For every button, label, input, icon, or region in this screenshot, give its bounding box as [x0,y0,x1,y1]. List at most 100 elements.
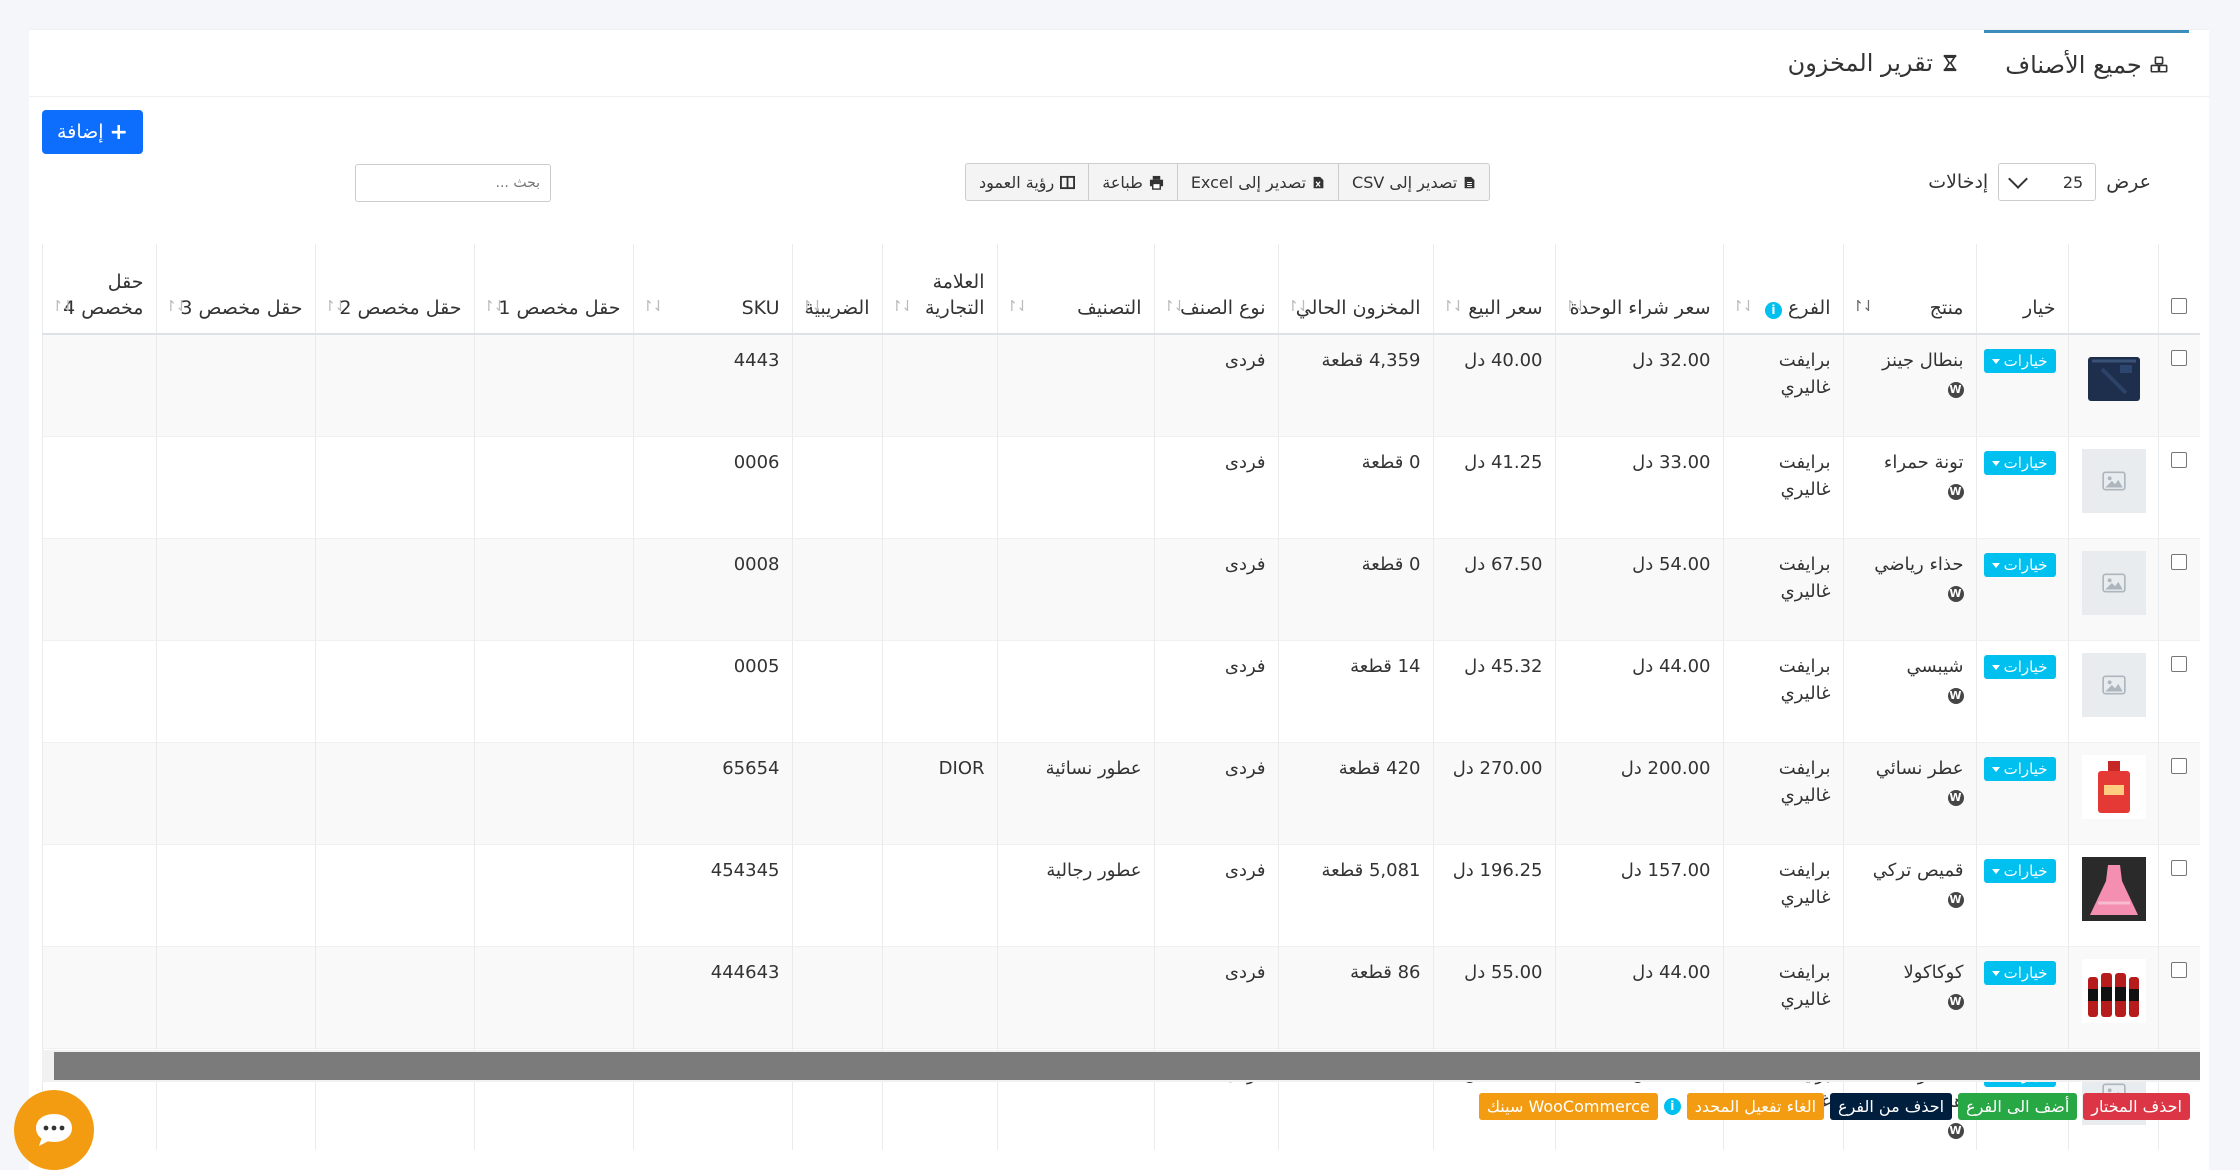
caret-down-icon [1991,766,2000,772]
row-checkbox[interactable] [2171,860,2188,876]
export-excel-button[interactable]: تصدير إلى Excel [1176,163,1340,201]
sort-icon: ⇃↾ [800,297,824,315]
cell-cf4 [42,640,156,743]
woocommerce-sync-button[interactable]: WooCommerce سينك [1478,1093,1658,1120]
page-length-select[interactable]: 25 [1998,163,2097,201]
product-name: شيبسي [1906,656,1964,677]
col-header-brand[interactable]: العلامة التجارية ⇃↾ [881,244,997,335]
options-cell: خيارات [1975,640,2068,743]
row-options-button[interactable]: خيارات [1983,961,2056,985]
cell-cf3 [155,640,315,743]
col-header-category[interactable]: التصنيف ⇃↾ [996,244,1154,335]
bulk-actions: احذف المختار أضف الى الفرع احذف من الفرع… [1478,1093,2190,1120]
deactivate-selected-button[interactable]: الغاء تفعيل المحدد [1686,1093,1825,1120]
cell-cf2 [314,946,474,1049]
cell-cf3 [155,844,315,947]
info-icon[interactable]: i [1663,1098,1681,1115]
product-cell: شيبسي W [1842,640,1976,743]
col-header-branch[interactable]: الفرع i ⇃↾ [1722,244,1843,335]
cell-stock: 4,359 قطعة [1277,333,1433,437]
cell-brand [881,436,997,539]
col-header-sku[interactable]: SKU ⇃↾ [632,244,792,335]
col-header-type[interactable]: نوع الصنف ⇃↾ [1153,244,1278,335]
col-header-cf4[interactable]: حقل مخصص 4 ⇃↾ [42,244,156,335]
page-length-control: عرض 25 إدخالات [1928,163,2151,201]
plus-icon: + [109,119,128,145]
select-all-checkbox[interactable] [2171,298,2188,314]
cell-branch: برايفت غاليري [1722,742,1843,845]
tab-stock-report-label: تقرير المخزون [1787,49,1933,77]
sort-icon: ⇃↾ [482,297,506,315]
cell-cf3 [155,946,315,1049]
row-checkbox[interactable] [2171,554,2188,570]
options-cell: خيارات [1975,946,2068,1049]
options-cell: خيارات [1975,844,2068,947]
scrollbar-thumb[interactable] [54,1052,2200,1080]
product-name: كوكاكولا [1903,962,1964,983]
product-image-cell [2067,640,2158,743]
image-placeholder-icon [2081,653,2146,717]
tabs-bar: جميع الأصناف تقرير المخزون [29,30,2209,97]
row-checkbox[interactable] [2171,656,2188,672]
add-to-branch-button[interactable]: أضف الى الفرع [1958,1093,2078,1120]
wordpress-icon: W [1947,790,1964,806]
row-checkbox[interactable] [2171,758,2188,774]
select-all-header [2157,244,2200,335]
row-checkbox[interactable] [2171,962,2188,978]
row-options-button[interactable]: خيارات [1983,349,2056,373]
page-length-value: 25 [2062,172,2084,192]
print-button[interactable]: طباعة [1088,163,1178,201]
product-cell: قميص تركي W [1842,844,1976,947]
cell-tax [791,538,882,641]
sort-icon: ⇃↾ [1162,297,1186,315]
col-header-cf3[interactable]: حقل مخصص 3 ⇃↾ [155,244,315,335]
tab-stock-report[interactable]: تقرير المخزون [1788,30,1959,96]
row-options-button[interactable]: خيارات [1983,553,2056,577]
tab-all-products[interactable]: جميع الأصناف [1984,30,2189,96]
row-options-button[interactable]: خيارات [1983,757,2056,781]
cell-type: فردى [1153,946,1278,1049]
col-header-tax[interactable]: الضريبية ⇃↾ [791,244,882,335]
row-options-button[interactable]: خيارات [1983,655,2056,679]
col-header-cf2[interactable]: حقل مخصص 2 ⇃↾ [314,244,474,335]
chat-widget-button[interactable] [14,1090,94,1170]
cell-sell-price: 41.25 دل [1432,436,1555,539]
chevron-down-icon [2008,169,2029,189]
col-header-cf1[interactable]: حقل مخصص 1 ⇃↾ [473,244,633,335]
column-visibility-button[interactable]: رؤية العمود [965,163,1090,201]
cell-category: عطور نسائية [996,742,1154,845]
horizontal-scrollbar[interactable] [42,1050,2200,1082]
row-options-button[interactable]: خيارات [1983,451,2056,475]
search-input[interactable] [355,164,551,202]
cell-unit-cost: 157.00 دل [1554,844,1723,947]
product-name: حذاء رياضي [1874,554,1964,575]
table-row: خيارات قميص تركي W برايفت غاليري 157.00 دل 19… [42,844,2200,947]
cell-type: فردى [1153,538,1278,641]
image-header [2067,244,2158,335]
cell-tax [791,436,882,539]
row-select-cell [2157,436,2200,539]
cell-sell-price: 270.00 دل [1432,742,1555,845]
cell-tax [791,640,882,743]
add-product-button[interactable]: + إضافة [42,110,143,154]
export-csv-button[interactable]: تصدير إلى CSV [1338,163,1491,201]
cell-cf1 [473,333,633,437]
product-image [2081,755,2146,819]
product-image [2081,959,2146,1023]
sort-icon: ⇃↾ [1441,297,1465,315]
row-options-button[interactable]: خيارات [1983,859,2056,883]
remove-from-branch-button[interactable]: احذف من الفرع [1830,1093,1953,1120]
sort-icon: ⇃↾ [1286,297,1310,315]
cell-sku: 0008 [632,538,792,641]
cell-sku: 0005 [632,640,792,743]
row-checkbox[interactable] [2171,350,2188,366]
col-header-product[interactable]: منتج ⇃↾ [1842,244,1976,335]
row-checkbox[interactable] [2171,452,2188,468]
cell-sell-price: 45.32 دل [1432,640,1555,743]
col-header-sell-price[interactable]: سعر البيع ⇃↾ [1432,244,1555,335]
col-header-unit-cost[interactable]: سعر شراء الوحدة ⇃↾ [1554,244,1723,335]
caret-down-icon [1991,460,2000,466]
info-icon[interactable]: i [1764,302,1782,319]
delete-selected-button[interactable]: احذف المختار [2083,1093,2190,1120]
col-header-stock[interactable]: المخزون الحالي ⇃↾ [1277,244,1433,335]
